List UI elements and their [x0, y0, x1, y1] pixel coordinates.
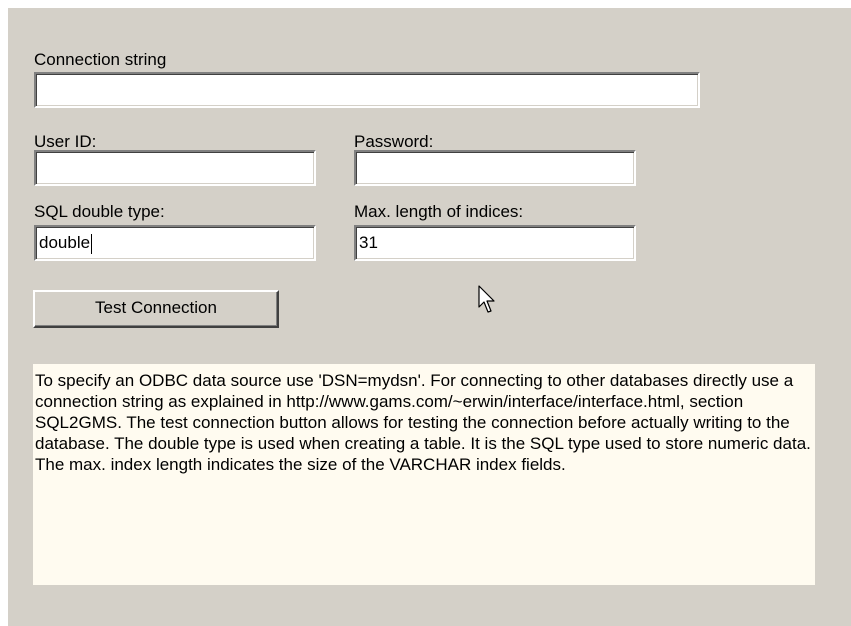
text-caret: [91, 233, 93, 254]
mouse-pointer-icon: [478, 285, 495, 313]
connection-string-label: Connection string: [34, 50, 167, 69]
max-index-length-input[interactable]: 31: [354, 225, 636, 261]
sql-double-type-input[interactable]: double: [34, 225, 316, 261]
connection-settings-panel: Connection string User ID: Password: SQL…: [8, 8, 851, 626]
user-id-input[interactable]: [34, 150, 316, 186]
password-label: Password:: [354, 132, 434, 151]
test-connection-button[interactable]: Test Connection: [33, 290, 279, 328]
connection-string-input[interactable]: [34, 72, 700, 108]
max-index-length-label: Max. length of indices:: [354, 202, 524, 221]
sql-double-type-value: double: [39, 233, 91, 252]
help-text-box: To specify an ODBC data source use 'DSN=…: [33, 364, 815, 585]
sql-double-type-label: SQL double type:: [34, 202, 165, 221]
help-text: To specify an ODBC data source use 'DSN=…: [35, 371, 811, 474]
user-id-label: User ID:: [34, 132, 97, 151]
password-input[interactable]: [354, 150, 636, 186]
